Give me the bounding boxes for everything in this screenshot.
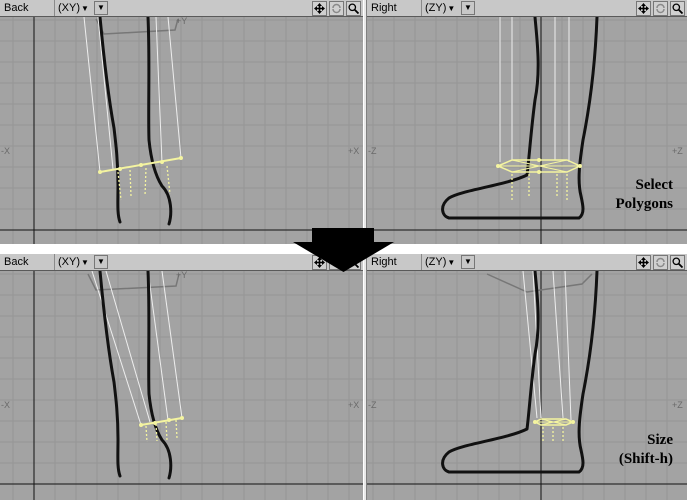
axis-label-left: -X [1,400,10,410]
zoom-icon[interactable] [670,1,685,16]
viewport-header: Back (XY)▼ ▼ [0,0,363,17]
viewport-menu-button[interactable]: ▼ [461,255,475,269]
viewport-header: Right (ZY)▼ ▼ [367,254,687,271]
viewport-canvas[interactable] [0,271,363,500]
view-axis-select[interactable]: (ZY)▼ [425,0,455,16]
view-axis-select[interactable]: (ZY)▼ [425,254,455,270]
view-axis-select[interactable]: (XY)▼ [58,254,89,270]
move-icon[interactable] [636,1,651,16]
dropdown-icon: ▼ [464,3,472,12]
axis-label-top: +Y [176,270,188,280]
viewport-tools [636,1,685,16]
view-name-label[interactable]: Back [0,254,55,270]
axis-label-left: -Z [368,400,377,410]
viewport-back-bottom[interactable]: Back (XY)▼ ▼ +Y -X +X [0,254,363,500]
view-axis-select[interactable]: (XY)▼ [58,0,89,16]
step-label-select: Select Polygons [615,177,673,212]
viewport-menu-button[interactable]: ▼ [94,1,108,15]
axis-label-right: +X [348,146,360,156]
rotate-icon[interactable] [329,1,344,16]
down-arrow-icon [293,228,394,272]
dropdown-icon: ▼ [97,257,105,266]
axis-label-left: -X [1,146,10,156]
viewport-back-top[interactable]: Back (XY)▼ ▼ +Y -X +X [0,0,363,244]
axis-label-right: +X [348,400,360,410]
viewport-header: Right (ZY)▼ ▼ [367,0,687,17]
view-name-label[interactable]: Back [0,0,55,16]
axis-label-top: +Y [176,16,188,26]
move-icon[interactable] [636,255,651,270]
viewport-right-top[interactable]: Right (ZY)▼ ▼ -Z +Z Select Polygons [367,0,687,244]
dropdown-icon: ▼ [464,257,472,266]
zoom-icon[interactable] [670,255,685,270]
step-label-size: Size (Shift-h) [618,432,673,467]
axis-label-right: +Z [672,400,683,410]
viewport-menu-button[interactable]: ▼ [461,1,475,15]
rotate-icon[interactable] [653,1,668,16]
zoom-icon[interactable] [346,1,361,16]
axis-label-left: -Z [368,146,377,156]
viewport-menu-button[interactable]: ▼ [94,255,108,269]
axis-label-right: +Z [672,146,683,156]
dropdown-icon: ▼ [97,3,105,12]
viewport-right-bottom[interactable]: Right (ZY)▼ ▼ -Z +Z Size (Shift-h) [367,254,687,500]
viewport-canvas[interactable] [0,17,363,244]
view-name-label[interactable]: Right [367,0,422,16]
viewport-tools [312,1,361,16]
rotate-icon[interactable] [653,255,668,270]
viewport-tools [636,255,685,270]
move-icon[interactable] [312,1,327,16]
